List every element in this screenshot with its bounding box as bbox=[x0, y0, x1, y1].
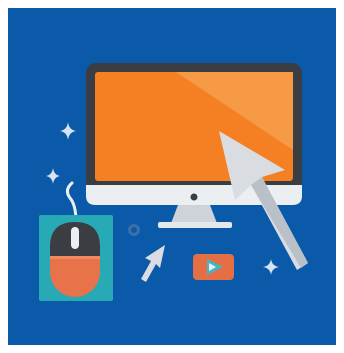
monitor-stand-base bbox=[158, 222, 232, 228]
mouse-divider bbox=[50, 256, 100, 259]
play-button-icon bbox=[193, 254, 234, 280]
power-dot bbox=[190, 193, 198, 201]
illustration bbox=[8, 8, 336, 345]
mouse-scroll-wheel bbox=[71, 227, 79, 249]
